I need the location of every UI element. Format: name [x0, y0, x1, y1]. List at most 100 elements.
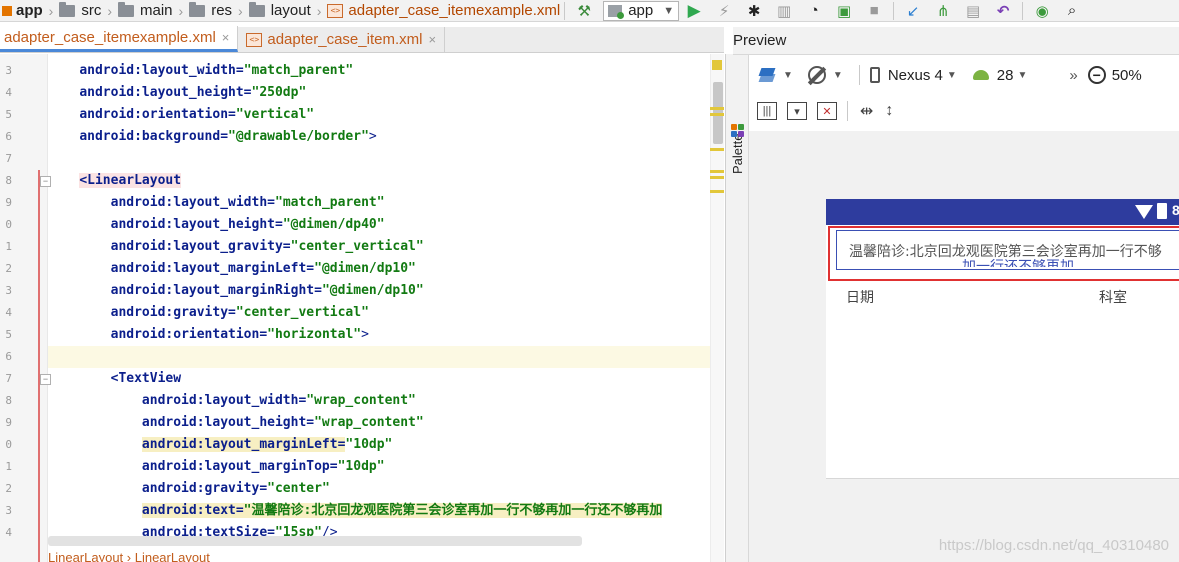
xml-attribute: android:orientation=	[79, 107, 236, 122]
code-line[interactable]: android:layout_marginLeft="@dimen/dp10"	[48, 258, 710, 280]
code-line[interactable]: android:layout_width="wrap_content"	[48, 390, 710, 412]
attach-debugger-icon[interactable]: ▣	[831, 1, 857, 21]
notice-textview[interactable]: 温馨陪诊:北京回龙观医院第三会诊室再加一行不够	[849, 241, 1162, 261]
line-number: 7	[5, 152, 12, 165]
tab-adapter-case-itemexample[interactable]: adapter_case_itemexample.xml ×	[0, 26, 239, 52]
run-play-icon[interactable]: ▶	[681, 1, 707, 21]
xml-attribute: android:layout_width=	[141, 393, 307, 408]
columns-icon[interactable]: |||	[757, 102, 777, 120]
line-number: 5	[5, 328, 12, 341]
code-editor[interactable]: − − 3456789012345678901234 android:layou…	[0, 54, 724, 562]
code-line[interactable]: android:layout_gravity="center_vertical"	[48, 236, 710, 258]
code-line[interactable]: <LinearLayout	[48, 170, 710, 192]
warning-stripe[interactable]	[710, 148, 724, 151]
folder-icon	[59, 1, 76, 17]
code-line[interactable]: android:gravity="center_vertical"	[48, 302, 710, 324]
expand-vertical-icon[interactable]: ↕	[885, 102, 893, 120]
breadcrumb-res[interactable]: res	[183, 1, 232, 19]
apply-changes-icon[interactable]: ⚡	[711, 1, 737, 21]
breadcrumb-app[interactable]: app	[0, 2, 43, 19]
xml-attribute: android:gravity=	[110, 305, 236, 320]
code-line[interactable]: android:background="@drawable/border">	[48, 126, 710, 148]
clear-constraints-icon[interactable]: ✕	[817, 102, 837, 120]
undo-icon[interactable]: ↶	[990, 1, 1016, 21]
code-text-area[interactable]: android:layout_width="match_parent" andr…	[48, 54, 710, 562]
code-line[interactable]: android:layout_height="@dimen/dp40"	[48, 214, 710, 236]
profile-icon[interactable]: ▥	[771, 1, 797, 21]
palette-tab-label[interactable]: Palette	[730, 134, 745, 174]
close-icon[interactable]: ×	[428, 32, 436, 47]
profiler-gauge-icon[interactable]: ◔	[801, 1, 827, 21]
linear-layout-row[interactable]: 温馨陪诊:北京回龙观医院第三会诊室再加一行不够 加一行还不够再加	[836, 230, 1179, 270]
code-line[interactable]: android:orientation="horizontal">	[48, 324, 710, 346]
warning-stripe[interactable]	[710, 190, 724, 193]
sync-gradle-icon[interactable]: ↙	[900, 1, 926, 21]
folder-icon	[118, 1, 135, 17]
code-line[interactable]: android:layout_marginLeft="10dp"	[48, 434, 710, 456]
build-hammer-icon[interactable]: ⚒	[571, 1, 597, 21]
code-line[interactable]: android:layout_height="250dp"	[48, 82, 710, 104]
code-line[interactable]: android:text="温馨陪诊:北京回龙观医院第三会诊室再加一行不够再加一…	[48, 500, 710, 522]
xml-path-breadcrumb[interactable]: LinearLayout › LinearLayout	[48, 550, 708, 562]
project-structure-icon[interactable]: ⋔	[930, 1, 956, 21]
code-line[interactable]: android:layout_width="match_parent"	[48, 60, 710, 82]
code-line[interactable]	[48, 346, 710, 368]
zoom-control[interactable]: − 50%	[1087, 66, 1142, 84]
warning-stripe[interactable]	[710, 170, 724, 173]
line-number: 8	[5, 394, 12, 407]
line-number: 4	[5, 306, 12, 319]
line-number: 8	[5, 174, 12, 187]
tab-adapter-case-item[interactable]: <> adapter_case_item.xml ×	[238, 27, 446, 52]
design-surface-layers-icon[interactable]	[755, 63, 779, 87]
blueprint-icon[interactable]: ▾	[787, 102, 807, 120]
xml-value: "match_parent"	[243, 63, 354, 78]
horizontal-scrollbar[interactable]	[48, 536, 582, 546]
line-number: 3	[5, 284, 12, 297]
search-icon[interactable]: ⌕	[1059, 1, 1085, 21]
code-line[interactable]: android:layout_marginTop="10dp"	[48, 456, 710, 478]
device-select[interactable]: Nexus 4 ▼	[869, 67, 963, 84]
code-line[interactable]: android:layout_width="match_parent"	[48, 192, 710, 214]
android-app-icon	[608, 4, 625, 19]
code-line[interactable]: android:gravity="center"	[48, 478, 710, 500]
code-line[interactable]	[48, 148, 710, 170]
run-config-select[interactable]: app ▼	[603, 0, 680, 21]
xml-attribute: android:text=	[141, 503, 244, 518]
avd-manager-icon[interactable]: ▤	[960, 1, 986, 21]
api-level-select[interactable]: 28 ▼	[972, 67, 1034, 84]
warning-stripe[interactable]	[710, 176, 724, 179]
breadcrumb-src[interactable]: src	[53, 1, 101, 19]
breadcrumb-file[interactable]: <> adapter_case_itemexample.xml	[321, 2, 560, 19]
stop-icon[interactable]: ■	[861, 1, 887, 21]
breadcrumb-main[interactable]: main	[112, 1, 173, 19]
warning-marker[interactable]	[712, 60, 722, 70]
sdk-manager-icon[interactable]: ◉	[1029, 1, 1055, 21]
palette-icon[interactable]	[731, 124, 745, 138]
xml-value: "match_parent"	[275, 195, 385, 210]
code-line[interactable]: <TextView	[48, 368, 710, 390]
line-number: 4	[5, 526, 12, 539]
code-line[interactable]: android:layout_height="wrap_content"	[48, 412, 710, 434]
design-surface[interactable]: 8 温馨陪诊:北京回龙观医院第三会诊室再加一行不够 加一行还不够再加 日期 科室	[749, 131, 1179, 562]
overflow-icon[interactable]: »	[1069, 67, 1077, 84]
warning-stripe[interactable]	[710, 107, 724, 110]
zoom-out-icon[interactable]: −	[1087, 66, 1106, 84]
res-folder-icon	[189, 1, 206, 17]
code-line[interactable]: android:orientation="vertical"	[48, 104, 710, 126]
orientation-rotate-icon[interactable]	[805, 63, 829, 87]
xml-value: "center_vertical"	[290, 239, 424, 254]
xml-attribute: android:layout_height=	[141, 415, 315, 430]
debug-bug-icon[interactable]: ✱	[741, 1, 767, 21]
expand-horizontal-icon[interactable]: ⇹	[860, 101, 873, 121]
vertical-scrollbar[interactable]	[710, 54, 724, 562]
xml-attribute: android:layout_width=	[110, 195, 275, 210]
breadcrumb-layout[interactable]: layout	[243, 1, 311, 19]
chevron-down-icon[interactable]: ▼	[783, 70, 793, 81]
close-icon[interactable]: ×	[222, 30, 230, 45]
chevron-down-icon[interactable]: ▼	[833, 70, 843, 81]
warning-stripe[interactable]	[710, 113, 724, 116]
code-line[interactable]: android:layout_marginRight="@dimen/dp10"	[48, 280, 710, 302]
